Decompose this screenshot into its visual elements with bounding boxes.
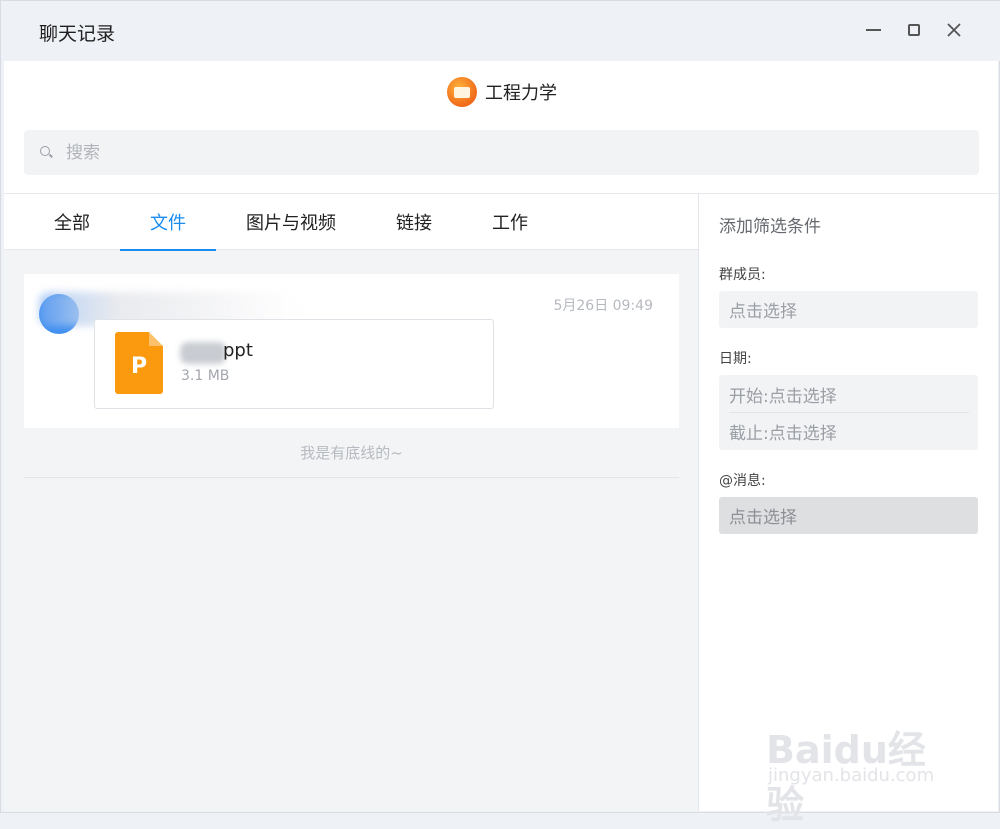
chat-history-window: 聊天记录 工程力学 全部 文件 图片与视频 链接 工作	[0, 0, 1000, 827]
start-date-select[interactable]: 开始:点击选择	[729, 377, 969, 411]
file-size: 3.1 MB	[181, 368, 230, 384]
tab-images-videos[interactable]: 图片与视频	[236, 194, 346, 250]
file-attachment[interactable]: P ppt 3.1 MB	[94, 319, 494, 409]
close-button[interactable]	[943, 19, 965, 41]
window-title: 聊天记录	[39, 23, 116, 45]
mention-select[interactable]: 点击选择	[719, 497, 978, 534]
mention-label: @消息:	[719, 473, 766, 489]
filter-title: 添加筛选条件	[719, 217, 821, 237]
end-divider	[24, 477, 679, 478]
chat-header: 工程力学	[4, 61, 998, 193]
minimize-button[interactable]	[862, 19, 884, 41]
date-separator	[729, 412, 969, 413]
baidu-jingyan-watermark: Baidu经验 jingyan.baidu.com	[766, 719, 956, 827]
message-panel: 全部 文件 图片与视频 链接 工作 5月26日 09:49 P ppt 3.1 …	[4, 194, 698, 811]
group-name: 工程力学	[485, 83, 557, 104]
end-date-select[interactable]: 截止:点击选择	[729, 414, 969, 448]
date-label: 日期:	[719, 351, 752, 367]
category-tabs: 全部 文件 图片与视频 链接 工作	[4, 194, 698, 251]
search-icon	[40, 146, 50, 156]
ppt-file-icon: P	[115, 332, 163, 394]
maximize-icon	[908, 24, 920, 36]
message-time: 5月26日 09:49	[553, 298, 653, 314]
search-input[interactable]	[66, 138, 946, 168]
tab-files[interactable]: 文件	[120, 194, 216, 251]
members-label: 群成员:	[719, 267, 766, 283]
minimize-icon	[865, 29, 881, 31]
group-avatar	[447, 77, 477, 107]
message-item[interactable]: 5月26日 09:49 P ppt 3.1 MB	[24, 274, 679, 428]
file-name-redacted	[180, 342, 226, 364]
maximize-button[interactable]	[903, 19, 925, 41]
tab-links[interactable]: 链接	[374, 194, 454, 250]
tab-all[interactable]: 全部	[32, 194, 112, 250]
close-icon	[947, 23, 961, 37]
members-select[interactable]: 点击选择	[719, 291, 978, 328]
file-name: ppt	[223, 340, 253, 361]
title-bar[interactable]: 聊天记录	[1, 1, 1000, 61]
date-range: 开始:点击选择 截止:点击选择	[719, 375, 978, 450]
end-of-list-text: 我是有底线的~	[300, 444, 403, 462]
tab-work[interactable]: 工作	[470, 194, 550, 250]
file-type-letter: P	[130, 354, 148, 379]
book-icon	[454, 86, 470, 98]
watermark-url: jingyan.baidu.com	[768, 765, 935, 786]
search-bar[interactable]	[24, 130, 979, 175]
